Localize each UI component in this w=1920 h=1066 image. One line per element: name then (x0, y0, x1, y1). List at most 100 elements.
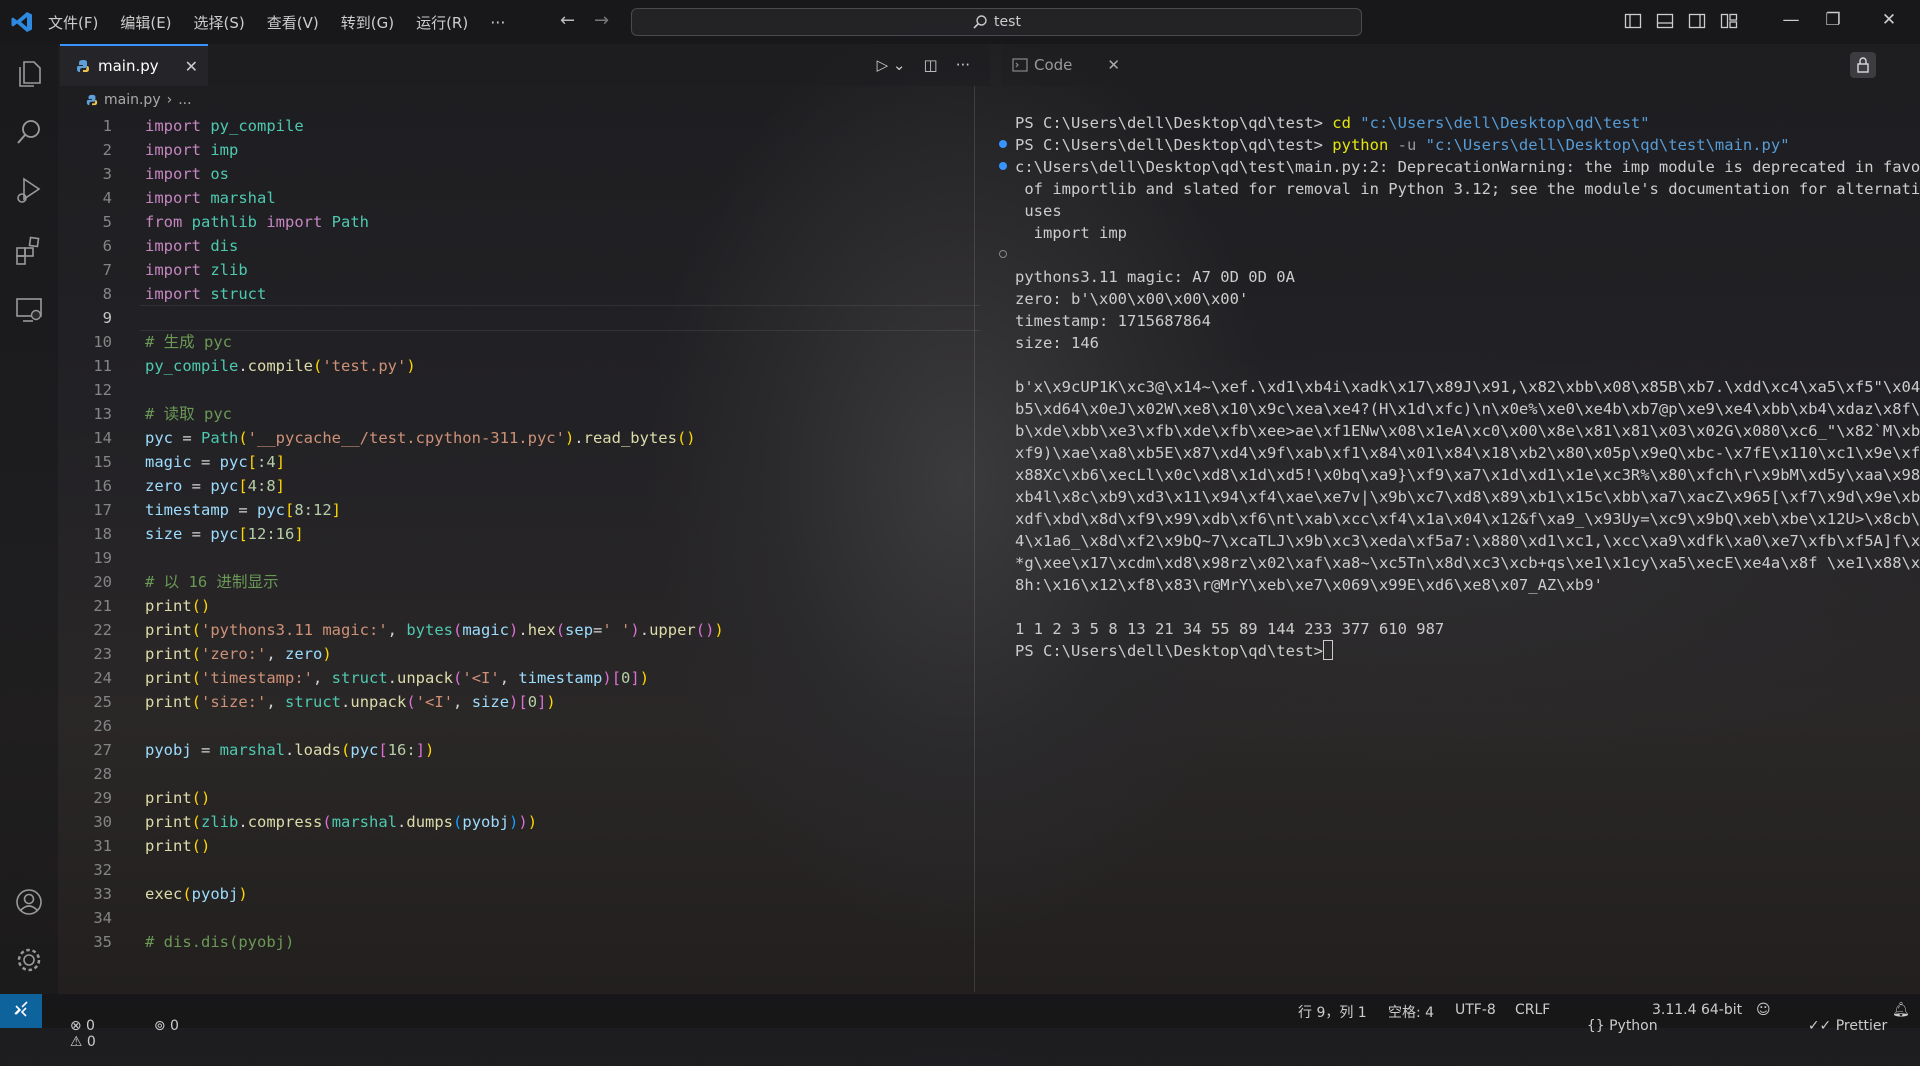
tab-code-output[interactable]: Code ✕ (1002, 44, 1130, 86)
code-line[interactable]: 28 (60, 762, 990, 786)
code-line[interactable]: 24 print('timestamp:', struct.unpack('<I'… (60, 666, 990, 690)
minimize-button[interactable]: — (1776, 10, 1806, 30)
settings-gear-icon[interactable] (13, 944, 45, 976)
menu-go[interactable]: 转到(G) (337, 10, 398, 35)
code-line[interactable]: 6 import dis (60, 234, 990, 258)
code-line[interactable]: 20 # 以 16 进制显示 (60, 570, 990, 594)
code-line[interactable]: 17 timestamp = pyc[8:12] (60, 498, 990, 522)
code-text: print(zlib.compress(marshal.dumps(pyobj)… (145, 810, 537, 834)
line-number: 19 (93, 549, 112, 567)
indentation[interactable]: 空格: 4 (1388, 1002, 1434, 1022)
code-line[interactable]: 29 print() (60, 786, 990, 810)
code-line[interactable]: 3 import os (60, 162, 990, 186)
copilot-icon[interactable]: ☺ (1756, 1002, 1771, 1018)
command-pending-dot[interactable] (999, 250, 1007, 258)
tab-main-py[interactable]: main.py ✕ (60, 44, 208, 86)
close-tab-icon[interactable]: ✕ (1107, 56, 1120, 74)
code-line[interactable]: 4 import marshal (60, 186, 990, 210)
code-line[interactable]: 8 import struct (60, 282, 990, 306)
code-line[interactable]: 33 exec(pyobj) (60, 882, 990, 906)
line-endings[interactable]: CRLF (1515, 1002, 1550, 1018)
code-line[interactable]: 18 size = pyc[12:16] (60, 522, 990, 546)
code-line[interactable]: 34 (60, 906, 990, 930)
explorer-icon[interactable] (13, 58, 45, 90)
toggle-primary-sidebar-icon[interactable] (1624, 12, 1642, 30)
forward-arrow-icon[interactable]: → (594, 10, 609, 31)
code-line[interactable]: 21 print() (60, 594, 990, 618)
code-line[interactable]: 23 print('zero:', zero) (60, 642, 990, 666)
menu-selection[interactable]: 选择(S) (190, 10, 249, 35)
accounts-icon[interactable] (13, 886, 45, 918)
code-line[interactable]: 11 py_compile.compile('test.py') (60, 354, 990, 378)
line-number: 20 (93, 573, 112, 591)
code-token: :4 (257, 453, 276, 471)
code-line[interactable]: 5 from pathlib import Path (60, 210, 990, 234)
run-python-file-icon[interactable]: ▷ ⌄ (877, 56, 906, 74)
code-token: ) (639, 669, 650, 687)
command-success-dot[interactable] (999, 140, 1007, 148)
close-tab-icon[interactable]: ✕ (185, 57, 198, 76)
split-editor-icon[interactable]: ◫ (924, 56, 938, 74)
problems-indicator[interactable]: ⊗ 0 ⚠ 0 (52, 1002, 96, 1066)
maximize-button[interactable]: ❐ (1818, 10, 1848, 30)
language-label: Python (1609, 1018, 1658, 1034)
python-interpreter[interactable]: 3.11.4 64-bit (1652, 1002, 1742, 1018)
cursor-position[interactable]: 行 9，列 1 (1298, 1002, 1367, 1022)
lock-scroll-button[interactable] (1850, 52, 1876, 78)
code-token: import (145, 261, 201, 279)
code-text: zero = pyc[4:8] (145, 474, 285, 498)
notifications-bell-icon[interactable]: 🔔︎ (1892, 1002, 1910, 1018)
code-line[interactable]: 12 (60, 378, 990, 402)
code-line[interactable]: 26 (60, 714, 990, 738)
run-debug-icon[interactable] (13, 174, 45, 206)
code-line[interactable]: 27 pyobj = marshal.loads(pyc[16:]) (60, 738, 990, 762)
code-line[interactable]: 30 print(zlib.compress(marshal.dumps(pyob… (60, 810, 990, 834)
prettier-status[interactable]: ✓✓ Prettier (1790, 1002, 1887, 1050)
menu-file[interactable]: 文件(F) (44, 10, 102, 35)
code-line[interactable]: 35 # dis.dis(pyobj) (60, 930, 990, 954)
code-line[interactable]: 2 import imp (60, 138, 990, 162)
breadcrumb-symbols[interactable]: ... (178, 92, 191, 108)
menu-view[interactable]: 查看(V) (263, 10, 323, 35)
ports-indicator[interactable]: ⊚ 0 (136, 1002, 179, 1050)
code-line[interactable]: 14 pyc = Path('__pycache__/test.cpython-3… (60, 426, 990, 450)
line-number: 16 (93, 477, 112, 495)
code-line[interactable]: 1 import py_compile (60, 114, 990, 138)
editor-split-divider[interactable] (974, 86, 975, 992)
code-line[interactable]: 15 magic = pyc[:4] (60, 450, 990, 474)
line-number: 14 (93, 429, 112, 447)
code-line[interactable]: 13 # 读取 pyc (60, 402, 990, 426)
search-view-icon[interactable] (13, 116, 45, 148)
menu-edit[interactable]: 编辑(E) (116, 10, 175, 35)
toggle-secondary-sidebar-icon[interactable] (1688, 12, 1706, 30)
code-line[interactable]: 16 zero = pyc[4:8] (60, 474, 990, 498)
code-line[interactable]: 9 (60, 306, 990, 330)
customize-layout-icon[interactable] (1720, 12, 1738, 30)
code-line[interactable]: 7 import zlib (60, 258, 990, 282)
title-bar: 文件(F) 编辑(E) 选择(S) 查看(V) 转到(G) 运行(R) ··· … (0, 0, 1920, 44)
menu-run[interactable]: 运行(R) (412, 10, 472, 35)
code-line[interactable]: 25 print('size:', struct.unpack('<I', siz… (60, 690, 990, 714)
line-number: 17 (93, 501, 112, 519)
encoding[interactable]: UTF-8 (1455, 1002, 1496, 1018)
more-actions-icon[interactable]: ··· (956, 56, 970, 74)
code-line[interactable]: 22 print('pythons3.11 magic:', bytes(magi… (60, 618, 990, 642)
command-success-dot[interactable] (999, 162, 1007, 170)
code-line[interactable]: 10 # 生成 pyc (60, 330, 990, 354)
language-mode[interactable]: {} Python (1569, 1002, 1658, 1050)
toggle-panel-icon[interactable] (1656, 12, 1674, 30)
remote-indicator-button[interactable] (0, 994, 42, 1028)
code-token: pyc (210, 477, 239, 495)
close-window-button[interactable]: ✕ (1874, 10, 1904, 30)
menu-more-button[interactable]: ··· (490, 13, 505, 32)
code-text: import struct (145, 282, 266, 306)
command-center-search[interactable]: test (631, 8, 1362, 36)
code-line[interactable]: 32 (60, 858, 990, 882)
code-line[interactable]: 31 print() (60, 834, 990, 858)
code-line[interactable]: 19 (60, 546, 990, 570)
breadcrumb-file[interactable]: main.py (104, 92, 161, 108)
remote-explorer-icon[interactable] (13, 294, 45, 326)
back-arrow-icon[interactable]: ← (560, 10, 575, 31)
extensions-icon[interactable] (13, 234, 45, 266)
code-token: ( (453, 669, 463, 687)
